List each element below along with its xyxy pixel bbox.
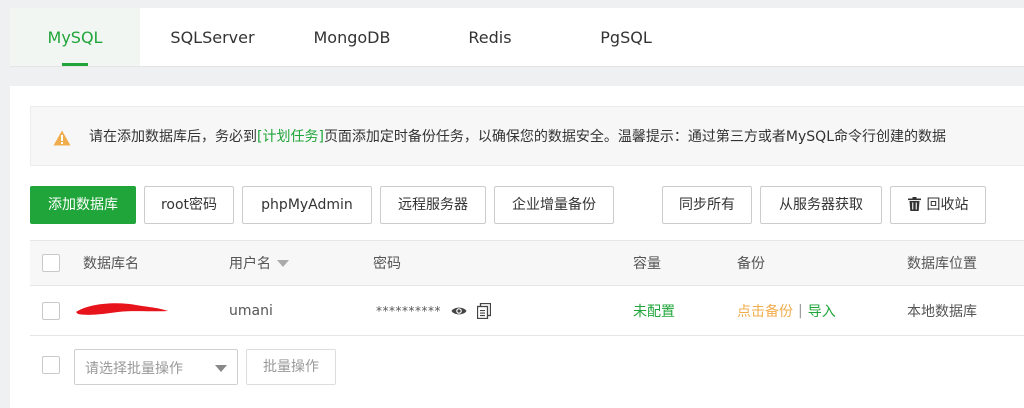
import-link[interactable]: 导入: [808, 301, 836, 321]
recycle-bin-button[interactable]: 回收站: [890, 186, 986, 224]
tab-label: PgSQL: [600, 28, 652, 47]
masked-password: **********: [376, 303, 441, 318]
header-capacity: 容量: [633, 256, 661, 272]
trash-icon: [907, 197, 921, 211]
password-cell: **********: [376, 286, 491, 335]
row-select-cell: [42, 286, 60, 335]
footer-select-all: [42, 356, 60, 374]
row-checkbox[interactable]: [42, 301, 60, 320]
header-password: 密码: [373, 256, 401, 272]
show-password-icon[interactable]: [451, 305, 467, 317]
notice-text-after: 页面添加定时备份任务，以确保您的数据安全。温馨提示：通过第三方或者MySQL命令…: [323, 129, 947, 145]
sync-all-button[interactable]: 同步所有: [662, 186, 752, 224]
tab-mongodb[interactable]: MongoDB: [292, 8, 412, 66]
notice-text-before: 请在添加数据库后，务必到: [89, 129, 257, 145]
batch-operation-button[interactable]: 批量操作: [246, 349, 336, 385]
capacity-cell[interactable]: 未配置: [633, 286, 675, 335]
sort-caret-icon: [277, 259, 289, 267]
enterprise-backup-button[interactable]: 企业增量备份: [494, 186, 614, 224]
table-header: 数据库名 用户名 密码 容量 备份 数据库位置: [30, 240, 1024, 286]
tab-mysql[interactable]: MySQL: [10, 8, 140, 66]
cron-task-link[interactable]: [计划任务]: [257, 129, 324, 145]
header-db-name[interactable]: 数据库名: [83, 241, 139, 285]
database-type-tabs: MySQL SQLServer MongoDB Redis PgSQL: [10, 8, 1024, 67]
header-location: 数据库位置: [907, 256, 977, 272]
tab-label: MySQL: [47, 28, 103, 47]
remote-server-button[interactable]: 远程服务器: [380, 186, 486, 224]
warning-icon: [53, 130, 71, 146]
backup-notice: 请在添加数据库后，务必到[计划任务]页面添加定时备份任务，以确保您的数据安全。温…: [30, 106, 1024, 166]
select-all-checkbox[interactable]: [42, 254, 60, 272]
recycle-bin-label: 回收站: [926, 197, 969, 213]
tab-label: Redis: [468, 28, 512, 47]
tab-label: SQLServer: [170, 28, 255, 47]
header-username-label: 用户名: [229, 256, 271, 272]
batch-operation-select[interactable]: 请选择批量操作: [74, 349, 238, 385]
batch-select-placeholder: 请选择批量操作: [85, 361, 183, 377]
active-tab-indicator: [62, 63, 88, 66]
table-row: umani ********** 未配置 点击备份 | 导入 本地数据库: [30, 286, 1024, 336]
header-backup: 备份: [737, 256, 765, 272]
phpmyadmin-button[interactable]: phpMyAdmin: [242, 186, 372, 224]
tab-redis[interactable]: Redis: [450, 8, 530, 66]
redaction-mark: [76, 303, 168, 315]
backup-separator: |: [798, 302, 803, 319]
tab-sqlserver[interactable]: SQLServer: [150, 8, 275, 66]
header-username[interactable]: 用户名: [229, 241, 289, 285]
footer-select-all-checkbox[interactable]: [42, 356, 60, 374]
location-cell: 本地数据库: [907, 303, 977, 320]
select-all-cell: [42, 241, 60, 285]
add-database-button[interactable]: 添加数据库: [30, 186, 136, 224]
copy-password-icon[interactable]: [477, 302, 491, 319]
backup-link[interactable]: 点击备份: [737, 301, 793, 321]
fetch-from-server-button[interactable]: 从服务器获取: [760, 186, 882, 224]
tab-label: MongoDB: [313, 28, 391, 47]
chevron-down-icon: [215, 365, 227, 372]
notice-text: 请在添加数据库后，务必到[计划任务]页面添加定时备份任务，以确保您的数据安全。温…: [89, 127, 946, 147]
backup-cell: 点击备份 | 导入: [737, 286, 836, 335]
root-password-button[interactable]: root密码: [144, 186, 234, 224]
username-cell: umani: [229, 302, 273, 319]
tab-pgsql[interactable]: PgSQL: [584, 8, 668, 66]
database-panel: 请在添加数据库后，务必到[计划任务]页面添加定时备份任务，以确保您的数据安全。温…: [10, 86, 1024, 408]
